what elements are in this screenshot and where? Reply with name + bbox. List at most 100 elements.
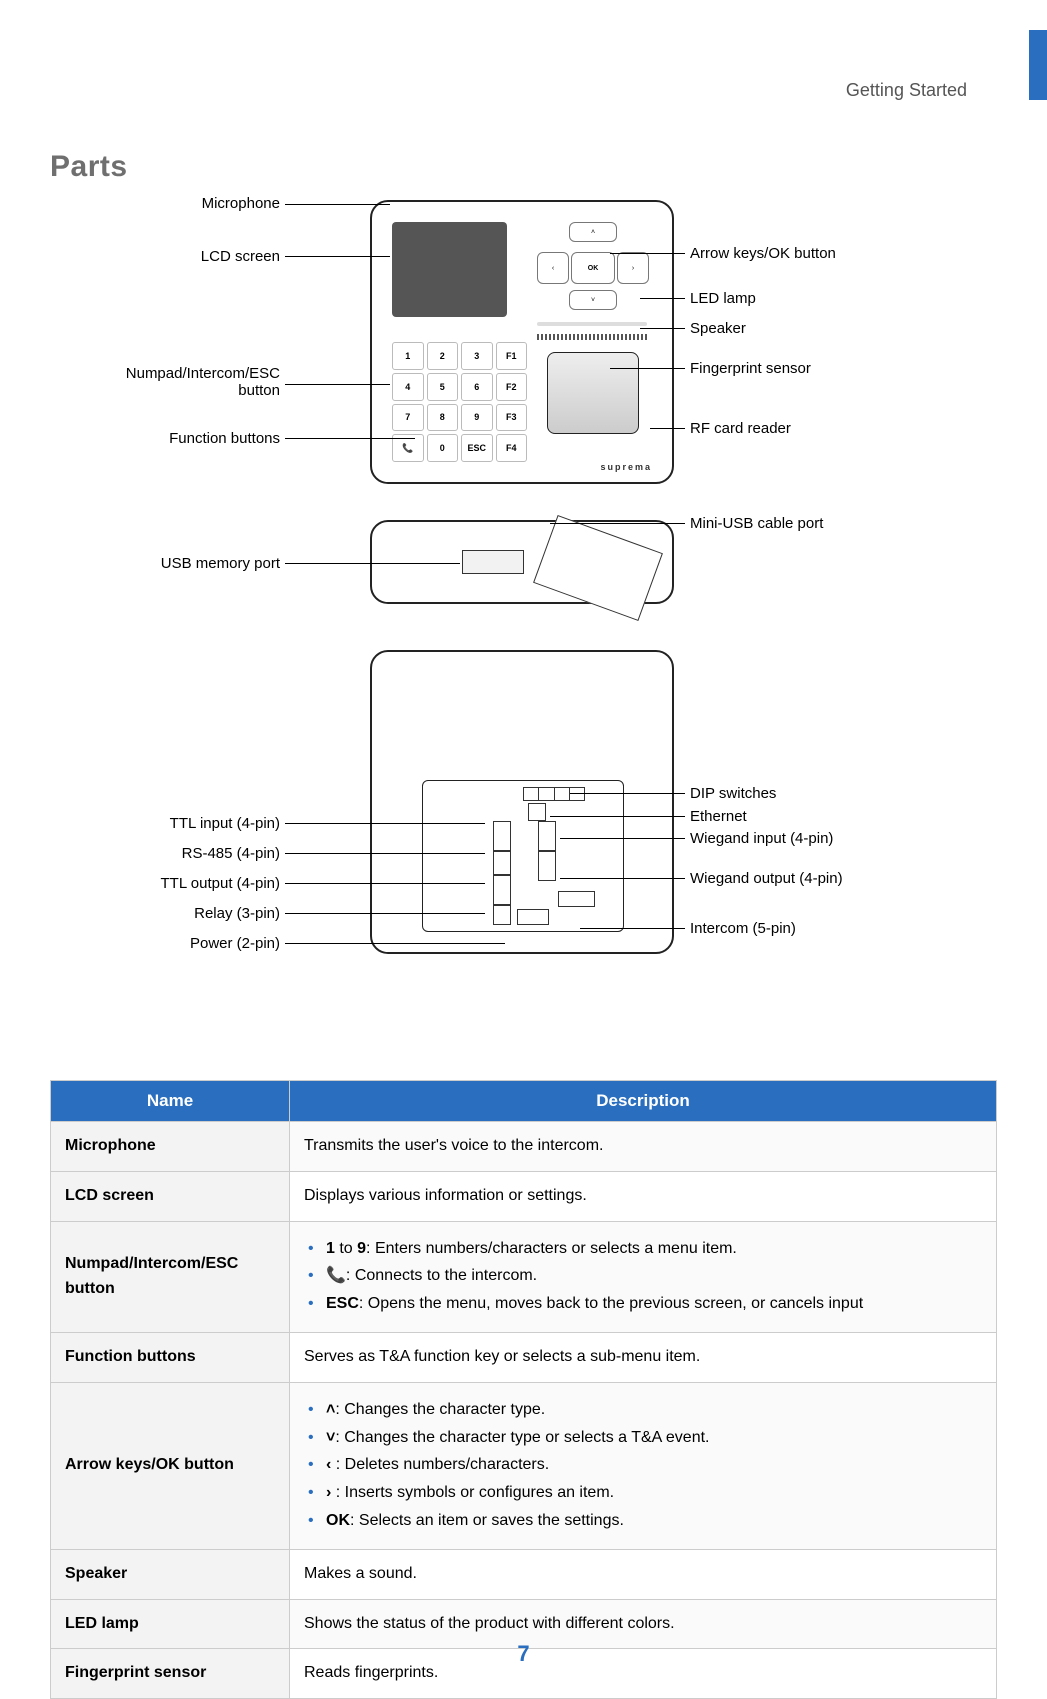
leader-line	[640, 328, 685, 329]
bold-text: ESC	[326, 1295, 359, 1312]
list-item: 📞: Connects to the intercom.	[304, 1264, 982, 1289]
fingerprint-illustration	[547, 352, 639, 434]
list-item: 1 to 9: Enters numbers/characters or sel…	[304, 1237, 982, 1262]
ok-key: OK	[571, 252, 615, 284]
cell-desc: Serves as T&A function key or selects a …	[290, 1332, 997, 1382]
intercom-port-illustration	[558, 891, 595, 907]
label-arrow-ok: Arrow keys/OK button	[690, 245, 836, 262]
leader-line	[285, 438, 415, 439]
keypad-key: F1	[496, 342, 528, 370]
keypad-key: F3	[496, 404, 528, 432]
relay-illustration	[493, 905, 511, 925]
label-microphone: Microphone	[110, 195, 280, 212]
table-row: LCD screen Displays various information …	[51, 1171, 997, 1221]
list-item: › : Inserts symbols or configures an ite…	[304, 1481, 982, 1506]
cell-name: Speaker	[51, 1549, 290, 1599]
ttl-output-illustration	[493, 875, 511, 905]
cell-desc: ˄: Changes the character type. ˅: Change…	[290, 1382, 997, 1549]
keypad-key: 3	[461, 342, 493, 370]
bold-text: 9	[357, 1240, 366, 1257]
leader-line	[550, 523, 685, 524]
leader-line	[285, 943, 505, 944]
text: to	[335, 1240, 357, 1257]
leader-line	[285, 853, 485, 854]
keypad-key: 1	[392, 342, 424, 370]
keypad-key: F2	[496, 373, 528, 401]
list-item: OK: Selects an item or saves the setting…	[304, 1509, 982, 1534]
label-dip: DIP switches	[690, 785, 776, 802]
leader-line	[610, 368, 685, 369]
side-tab	[1029, 30, 1047, 100]
text: : Deletes numbers/characters.	[331, 1456, 549, 1473]
leader-line	[640, 298, 685, 299]
keypad-illustration: 1 2 3 F1 4 5 6 F2 7 8 9 F3 📞 0 ESC F4	[392, 342, 527, 462]
device-front-illustration: ˄ ˅ ‹ › OK 1 2 3 F1 4 5 6 F2 7 8 9 F3	[370, 200, 674, 484]
keypad-key: 2	[427, 342, 459, 370]
arrow-right-key: ›	[617, 252, 649, 284]
leader-line	[285, 913, 485, 914]
cell-name: Microphone	[51, 1122, 290, 1172]
table-row: Speaker Makes a sound.	[51, 1549, 997, 1599]
keypad-key: F4	[496, 434, 528, 462]
leader-line	[285, 823, 485, 824]
label-function-buttons: Function buttons	[90, 430, 280, 447]
leader-line	[580, 928, 685, 929]
leader-line	[550, 816, 685, 817]
table-row: Microphone Transmits the user's voice to…	[51, 1122, 997, 1172]
arrow-left-key: ‹	[537, 252, 569, 284]
label-fingerprint: Fingerprint sensor	[690, 360, 811, 377]
power-illustration	[517, 909, 549, 925]
list-item: ˄: Changes the character type.	[304, 1398, 982, 1423]
ethernet-port-illustration	[528, 803, 546, 821]
leader-line	[610, 253, 685, 254]
label-power: Power (2-pin)	[70, 935, 280, 952]
label-wiegand-in: Wiegand input (4-pin)	[690, 830, 833, 847]
table-header-row: Name Description	[51, 1081, 997, 1122]
dip-switches-illustration	[523, 787, 585, 801]
table-row: Numpad/Intercom/ESC button 1 to 9: Enter…	[51, 1221, 997, 1332]
chevron-up-icon: ˄	[326, 1401, 335, 1418]
leader-line	[285, 563, 460, 564]
cell-desc: 1 to 9: Enters numbers/characters or sel…	[290, 1221, 997, 1332]
ttl-input-illustration	[493, 821, 511, 851]
usb-slot-illustration	[462, 550, 524, 574]
wiegand-input-illustration	[538, 821, 556, 851]
phone-icon: 📞	[326, 1267, 346, 1284]
leader-line	[650, 428, 685, 429]
brand-label: suprema	[600, 462, 652, 472]
keypad-key: 5	[427, 373, 459, 401]
rs485-illustration	[493, 851, 511, 875]
cell-desc: Makes a sound.	[290, 1549, 997, 1599]
leader-line	[285, 883, 485, 884]
label-ethernet: Ethernet	[690, 808, 747, 825]
text: : Enters numbers/characters or selects a…	[366, 1240, 737, 1257]
cell-name: Numpad/Intercom/ESC button	[51, 1221, 290, 1332]
leader-line	[570, 793, 685, 794]
list-item: ESC: Opens the menu, moves back to the p…	[304, 1292, 982, 1317]
breadcrumb: Getting Started	[846, 80, 967, 101]
keypad-key: 7	[392, 404, 424, 432]
bold-text: 1	[326, 1240, 335, 1257]
table-row: Arrow keys/OK button ˄: Changes the char…	[51, 1382, 997, 1549]
leader-line	[285, 384, 390, 385]
cover-flap-illustration	[533, 515, 663, 621]
lcd-illustration	[392, 222, 507, 317]
text: : Opens the menu, moves back to the prev…	[359, 1295, 863, 1312]
bold-text: OK	[326, 1512, 350, 1529]
device-back-illustration	[370, 650, 674, 954]
cell-name: LCD screen	[51, 1171, 290, 1221]
led-lamp-illustration	[537, 322, 647, 326]
leader-line	[560, 878, 685, 879]
arrow-up-key: ˄	[569, 222, 617, 242]
cell-desc: Displays various information or settings…	[290, 1171, 997, 1221]
page-number: 7	[0, 1641, 1047, 1667]
text: : Selects an item or saves the settings.	[350, 1512, 624, 1529]
parts-table: Name Description Microphone Transmits th…	[50, 1080, 997, 1699]
text: : Changes the character type.	[335, 1401, 545, 1418]
label-lcd: LCD screen	[110, 248, 280, 265]
label-ttl-output: TTL output (4-pin)	[70, 875, 280, 892]
speaker-illustration	[537, 334, 647, 340]
leader-line	[285, 204, 390, 205]
label-ttl-input: TTL input (4-pin)	[70, 815, 280, 832]
wiegand-output-illustration	[538, 851, 556, 881]
